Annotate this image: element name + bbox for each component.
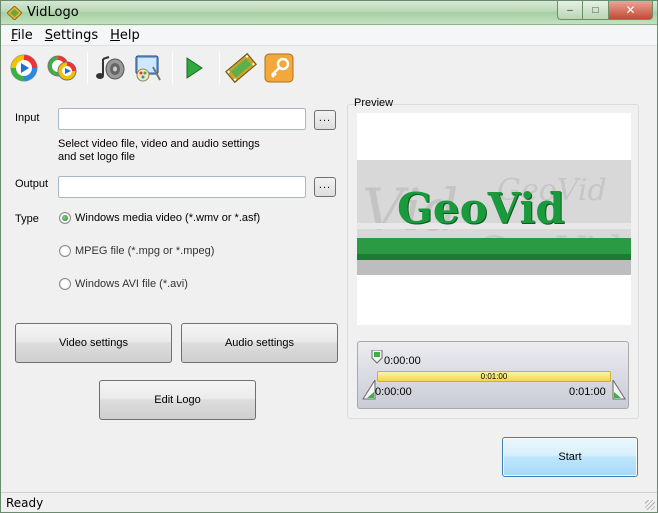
output-browse-button[interactable]: ... [314,177,336,197]
video-settings-icon [135,55,161,82]
run-icon [186,57,203,79]
radio-unselected-icon[interactable] [59,245,71,257]
output-field[interactable] [58,176,306,198]
music-notes-icon [96,56,125,80]
logo-text: GeoVid [397,184,565,233]
start-button[interactable]: Start [502,437,638,477]
type-option-label: Windows media video (*.wmv or *.asf) [75,212,261,224]
menu-settings-label: ettings [53,28,99,43]
close-button[interactable]: ✕ [609,1,653,20]
toolbar-key-button[interactable] [262,50,296,86]
toolbar-batch-button[interactable] [45,50,79,86]
resize-grip-icon[interactable] [645,500,655,510]
input-browse-button[interactable]: ... [314,110,336,130]
type-option-label: MPEG file (*.mpg or *.mpeg) [75,245,215,257]
menu-settings-key: S [44,28,54,43]
menu-help[interactable]: Help [104,28,146,43]
toolbar-separator [219,52,220,84]
preview-screen: Vid GeoVid GeoVid GeoVid [357,113,631,325]
input-label: Input [15,112,40,124]
input-file-textbox[interactable] [59,109,305,129]
radio-selected-icon[interactable] [59,212,71,224]
menu-settings[interactable]: Settings [39,28,104,43]
window-title: VidLogo [27,5,79,20]
input-hint-line1: Select video file, video and audio setti… [58,138,260,150]
menu-help-label: elp [119,28,140,43]
logo-preview-image: Vid GeoVid GeoVid GeoVid [357,160,631,275]
timeline-current-time: 0:00:00 [384,355,421,367]
output-label: Output [15,178,49,190]
type-option-mpeg[interactable]: MPEG file (*.mpg or *.mpeg) [59,245,214,257]
status-bar: Ready [1,492,657,512]
timeline-end-handle-icon[interactable] [612,380,626,400]
input-hint-line2: and set logo file [58,151,136,163]
toolbar-audio-button[interactable] [92,50,126,86]
output-file-textbox[interactable] [59,177,305,197]
menu-bar: File Settings Help [1,26,657,46]
menu-help-key: H [110,28,120,43]
app-logo-icon [7,6,22,20]
toolbar-separator [172,52,173,84]
type-option-label: Windows AVI file (*.avi) [75,278,188,290]
edit-logo-button[interactable]: Edit Logo [99,380,256,420]
type-option-wmv[interactable]: Windows media video (*.wmv or *.asf) [59,212,260,224]
menu-file-label: ile [17,28,33,43]
app-window: VidLogo – □ ✕ File Settings Help Input .… [0,0,658,513]
film-icon [225,52,257,84]
toolbar-run-button[interactable] [177,50,211,86]
timeline-start-handle-icon[interactable] [362,380,376,400]
title-bar[interactable]: VidLogo – □ ✕ [1,1,657,25]
radio-unselected-icon[interactable] [59,278,71,290]
timeline-end-time: 0:01:00 [569,386,606,398]
maximize-button[interactable]: □ [583,1,609,20]
minimize-button[interactable]: – [557,1,583,20]
status-text: Ready [6,496,44,510]
menu-file[interactable]: File [5,28,39,43]
timeline-start-time: 0:00:00 [375,386,412,398]
preview-title: Preview [354,97,394,109]
video-settings-button[interactable]: Video settings [15,323,172,363]
type-label: Type [15,213,39,225]
toolbar-video-button[interactable] [130,50,164,86]
play-batch-icon [47,55,77,81]
toolbar [1,47,657,89]
input-field[interactable] [58,108,306,130]
toolbar-film-button[interactable] [224,50,258,86]
timeline-selection-bar[interactable]: 0:01:00 [377,371,611,382]
toolbar-play-button[interactable] [7,50,41,86]
toolbar-separator [87,52,88,84]
timeline-position-marker-icon[interactable] [371,350,383,364]
input-hint: Select video file, video and audio setti… [58,138,260,164]
audio-settings-button[interactable]: Audio settings [181,323,338,363]
type-option-avi[interactable]: Windows AVI file (*.avi) [59,278,188,290]
key-icon [264,53,294,83]
play-icon [10,54,38,82]
timeline-bar-label: 0:01:00 [480,372,508,381]
timeline-control[interactable]: 0:00:00 0:01:00 0:00:00 0:01:00 [357,341,629,409]
